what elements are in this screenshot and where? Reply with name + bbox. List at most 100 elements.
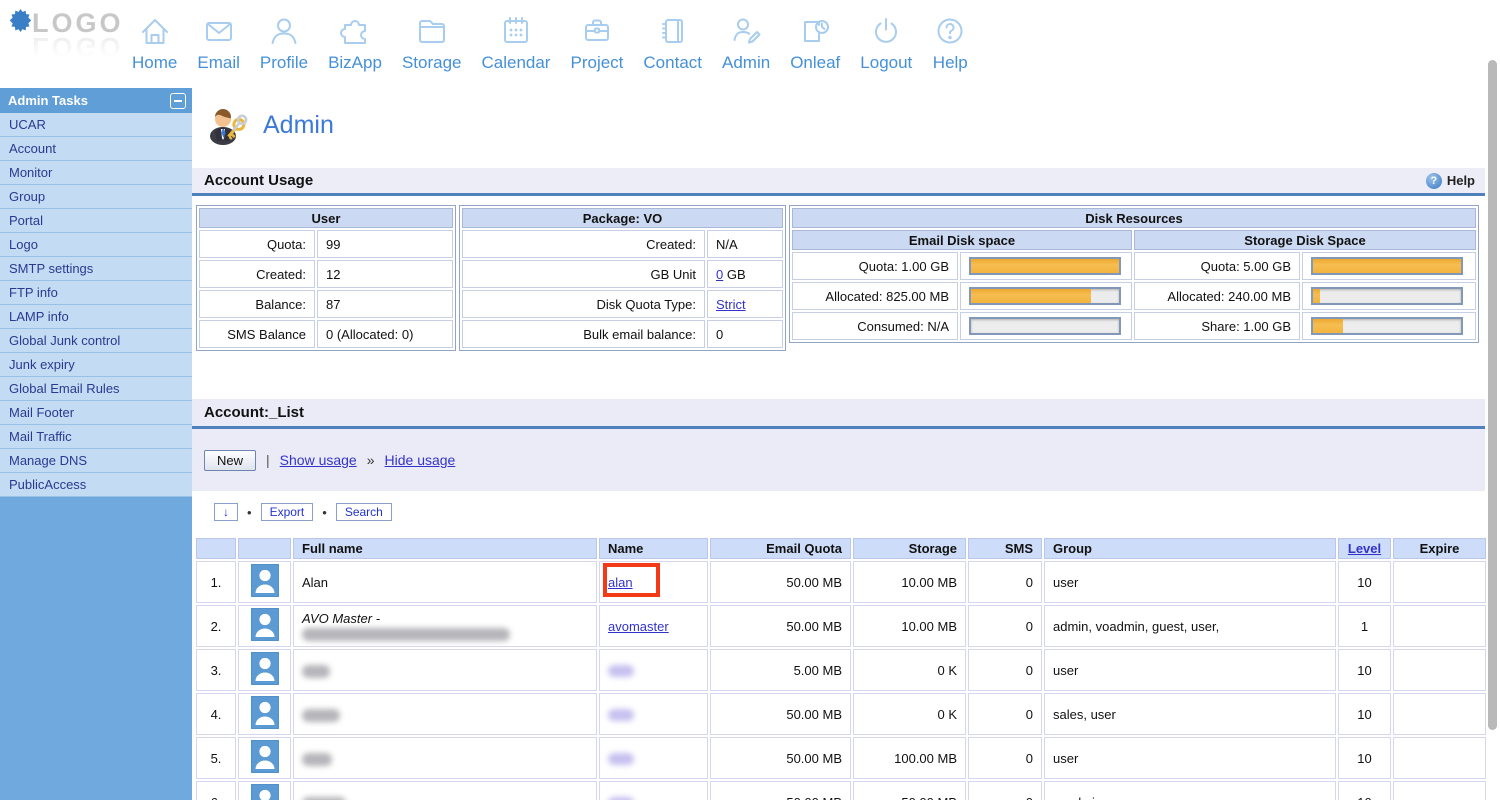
export-button[interactable]: Export	[260, 503, 314, 521]
header-sms: SMS	[968, 538, 1042, 559]
nav-label: Help	[932, 53, 968, 72]
account-table: Full name Name Email Quota Storage SMS G…	[194, 536, 1488, 800]
nav-item-bizapp[interactable]: BizApp	[318, 12, 392, 73]
sidebar-item-group[interactable]: Group	[0, 185, 192, 209]
redacted-link[interactable]	[608, 709, 634, 722]
redacted-link[interactable]	[608, 753, 634, 766]
package-table: Package: VO Created: N/A GB Unit 0 GB Di…	[459, 205, 786, 351]
sidebar-item-mail-traffic[interactable]: Mail Traffic	[0, 425, 192, 449]
account-link-alan[interactable]: alan	[608, 575, 633, 590]
user-quota-label: Quota:	[199, 230, 315, 258]
hide-usage-link[interactable]: Hide usage	[385, 452, 456, 468]
nav-item-calendar[interactable]: Calendar	[471, 12, 560, 73]
list-mini-toolbar: ↓ • Export • Search	[214, 502, 1500, 522]
storage-quota-bar-fill	[1313, 259, 1461, 273]
header-level-link[interactable]: Level	[1338, 538, 1391, 559]
show-usage-link[interactable]: Show usage	[280, 452, 357, 468]
sidebar-item-lamp-info[interactable]: LAMP info	[0, 305, 192, 329]
redacted-text	[302, 664, 330, 678]
sort-descending-button[interactable]: ↓	[214, 503, 238, 521]
email-quota-cell: 50.00 MB	[710, 737, 851, 779]
full-name-cell	[293, 781, 597, 800]
nav-item-profile[interactable]: Profile	[250, 12, 318, 73]
nav-items: Home Email Profile BizApp Storage Calend…	[122, 12, 978, 73]
avatar-icon	[250, 696, 279, 729]
account-list-toolbar: New | Show usage » Hide usage	[192, 429, 1485, 491]
sidebar-item-portal[interactable]: Portal	[0, 209, 192, 233]
nav-item-contact[interactable]: Contact	[633, 12, 712, 73]
email-quota-cell: 50.00 MB	[710, 781, 851, 800]
nav-item-email[interactable]: Email	[187, 12, 250, 73]
nav-item-storage[interactable]: Storage	[392, 12, 472, 73]
sidebar-item-ucar[interactable]: UCAR	[0, 113, 192, 137]
account-usage-title: Account Usage	[204, 172, 314, 189]
sidebar-item-global-junk-control[interactable]: Global Junk control	[0, 329, 192, 353]
email-allocated-bar	[969, 287, 1121, 305]
sidebar-item-account[interactable]: Account	[0, 137, 192, 161]
nav-label: Project	[570, 53, 624, 72]
storage-allocated-label: Allocated: 240.00 MB	[1134, 282, 1300, 310]
full-name-cell	[293, 693, 597, 735]
email-quota-cell: 50.00 MB	[710, 561, 851, 603]
sidebar-item-global-email-rules[interactable]: Global Email Rules	[0, 377, 192, 401]
email-quota-bar-fill	[971, 259, 1119, 273]
sidebar-item-smtp-settings[interactable]: SMTP settings	[0, 257, 192, 281]
sidebar-item-ftp-info[interactable]: FTP info	[0, 281, 192, 305]
avatar-cell	[238, 737, 291, 779]
new-button[interactable]: New	[204, 449, 257, 471]
storage-cell: 0 K	[853, 649, 966, 691]
folder-icon	[418, 20, 445, 43]
row-number: 3.	[196, 649, 236, 691]
table-row: 2. AVO Master - avomaster 50.00 MB 10.00…	[196, 605, 1486, 647]
row-number: 5.	[196, 737, 236, 779]
nav-item-project[interactable]: Project	[560, 12, 633, 73]
nav-item-onleaf[interactable]: Onleaf	[780, 12, 850, 73]
sidebar-item-monitor[interactable]: Monitor	[0, 161, 192, 185]
expire-cell	[1393, 693, 1486, 735]
help-link[interactable]: ? Help	[1425, 172, 1475, 189]
storage-quota-bar	[1311, 257, 1463, 275]
email-quota-bar	[969, 257, 1121, 275]
storage-cell: 10.00 MB	[853, 561, 966, 603]
nav-label: Logout	[860, 53, 913, 72]
email-quota-label: Quota: 1.00 GB	[792, 252, 958, 280]
nav-item-logout[interactable]: Logout	[850, 12, 922, 73]
group-cell: user	[1044, 561, 1336, 603]
name-cell	[599, 737, 708, 779]
sidebar-item-junk-expiry[interactable]: Junk expiry	[0, 353, 192, 377]
page-title: Admin	[263, 110, 334, 139]
admin-user-icon	[733, 18, 761, 44]
account-usage-section-bar: Account Usage ? Help	[192, 168, 1485, 196]
nav-label: Storage	[401, 53, 462, 72]
user-table: User Quota: 99 Created: 12 Balance: 87 S…	[196, 205, 456, 351]
vertical-scrollbar[interactable]	[1488, 60, 1497, 730]
storage-cell: 0 K	[853, 693, 966, 735]
sidebar-item-publicaccess[interactable]: PublicAccess	[0, 473, 192, 497]
sidebar-item-logo[interactable]: Logo	[0, 233, 192, 257]
strict-link[interactable]: Strict	[716, 297, 746, 312]
nav-label: Profile	[259, 53, 309, 72]
nav-item-home[interactable]: Home	[122, 12, 187, 73]
email-allocated-bar-cell	[960, 282, 1132, 310]
sidebar-item-mail-footer[interactable]: Mail Footer	[0, 401, 192, 425]
package-disk-quota-type-value: Strict	[707, 290, 783, 318]
collapse-icon[interactable]	[170, 92, 186, 109]
header-storage: Storage	[853, 538, 966, 559]
sidebar-title: Admin Tasks	[8, 93, 88, 108]
redacted-link[interactable]	[608, 665, 634, 678]
account-link-avomaster[interactable]: avomaster	[608, 619, 669, 634]
row-number: 4.	[196, 693, 236, 735]
admin-key-icon	[210, 109, 248, 145]
row-number: 2.	[196, 605, 236, 647]
email-allocated-label: Allocated: 825.00 MB	[792, 282, 958, 310]
sidebar-item-manage-dns[interactable]: Manage DNS	[0, 449, 192, 473]
storage-allocated-bar	[1311, 287, 1463, 305]
search-button[interactable]: Search	[335, 503, 392, 521]
nav-item-admin[interactable]: Admin	[712, 12, 780, 73]
nav-item-help[interactable]: Help	[922, 12, 978, 73]
user-balance-label: Balance:	[199, 290, 315, 318]
avatar-cell	[238, 561, 291, 603]
email-quota-cell: 50.00 MB	[710, 693, 851, 735]
row-number: 1.	[196, 561, 236, 603]
storage-share-bar-cell	[1302, 312, 1476, 340]
